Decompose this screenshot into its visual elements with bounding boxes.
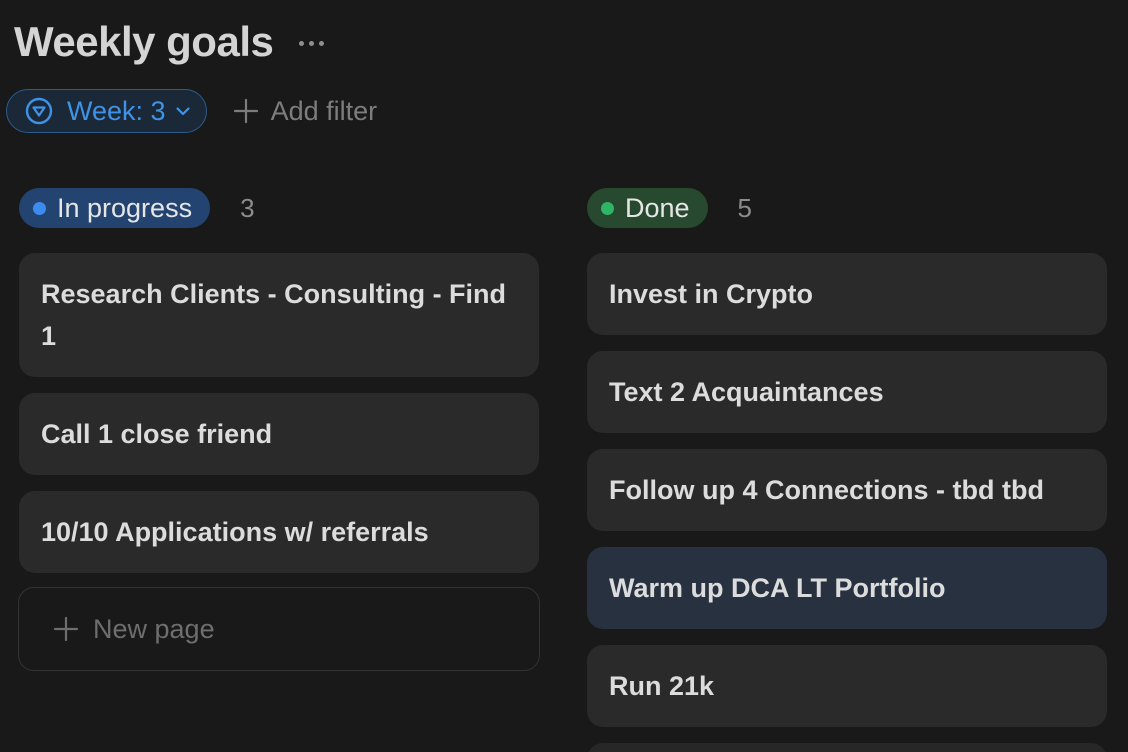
board-view: Weekly goals Week: 3 Add filter In progr…	[0, 0, 1128, 752]
column-in-progress: In progress 3 Research Clients - Consult…	[18, 188, 540, 671]
card-title: Run 21k	[609, 671, 715, 701]
page-header: Weekly goals	[14, 16, 325, 68]
more-horizontal-icon	[299, 40, 305, 46]
status-dot-icon	[33, 201, 46, 215]
board-card-partial[interactable]	[587, 743, 1107, 752]
plus-icon	[53, 616, 79, 642]
card-title: Invest in Crypto	[609, 279, 814, 309]
filter-circle-icon	[25, 97, 53, 125]
board-card[interactable]: Run 21k	[587, 645, 1107, 727]
week-filter-label: Week: 3	[67, 95, 166, 126]
status-label: Done	[625, 192, 690, 223]
status-dot-icon	[601, 201, 614, 215]
status-badge-in-progress[interactable]: In progress	[19, 188, 211, 228]
column-header: Done 5	[587, 188, 1107, 228]
card-title: Research Clients - Consulting - Find 1	[41, 279, 507, 351]
card-title: Warm up DCA LT Portfolio	[609, 573, 946, 603]
more-options-button[interactable]	[299, 40, 325, 46]
card-title: Text 2 Acquaintances	[609, 377, 884, 407]
add-filter-button[interactable]: Add filter	[233, 95, 378, 127]
add-filter-label: Add filter	[270, 95, 378, 126]
filter-bar: Week: 3 Add filter	[6, 89, 377, 133]
board-card-selected[interactable]: Warm up DCA LT Portfolio	[587, 547, 1107, 629]
column-count: 5	[737, 192, 753, 223]
new-page-button[interactable]: New page	[18, 587, 540, 671]
week-filter-chip[interactable]: Week: 3	[6, 89, 207, 133]
status-badge-done[interactable]: Done	[587, 188, 708, 228]
plus-icon	[233, 98, 258, 124]
column-done: Done 5 Invest in Crypto Text 2 Acquainta…	[587, 188, 1107, 752]
chevron-down-icon	[175, 107, 190, 116]
board-card[interactable]: Text 2 Acquaintances	[587, 351, 1107, 433]
board-card[interactable]: 10/10 Applications w/ referrals	[19, 491, 539, 573]
card-title: Follow up 4 Connections - tbd tbd	[609, 475, 1044, 505]
card-title: 10/10 Applications w/ referrals	[41, 517, 429, 547]
board-card[interactable]: Research Clients - Consulting - Find 1	[19, 253, 539, 377]
board-card[interactable]: Follow up 4 Connections - tbd tbd	[587, 449, 1107, 531]
card-title: Call 1 close friend	[41, 419, 273, 449]
new-page-label: New page	[93, 613, 215, 644]
column-count: 3	[240, 192, 255, 223]
status-label: In progress	[57, 192, 193, 223]
board-card[interactable]: Call 1 close friend	[19, 393, 539, 475]
page-title: Weekly goals	[14, 18, 274, 65]
board-card[interactable]: Invest in Crypto	[587, 253, 1107, 335]
column-header: In progress 3	[19, 188, 539, 228]
